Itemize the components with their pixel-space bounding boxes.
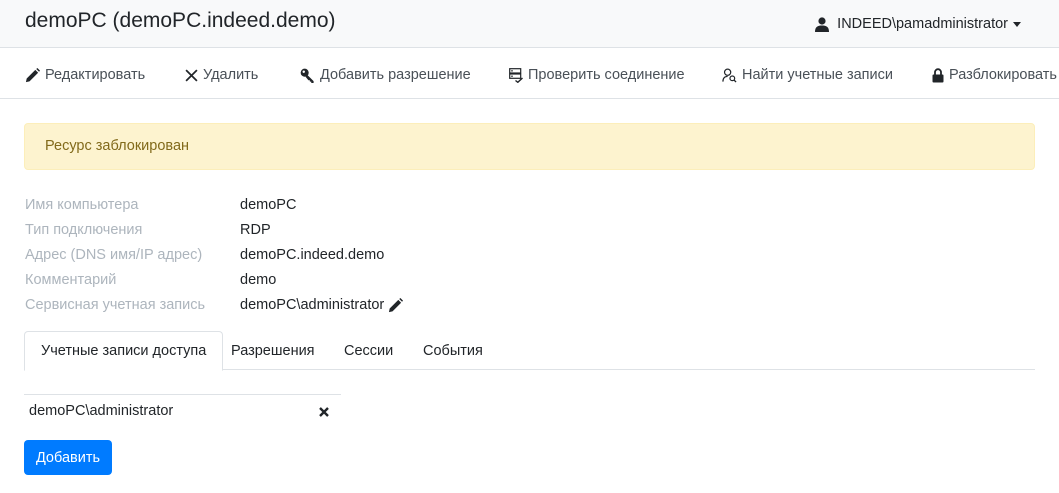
edit-button[interactable]: Редактировать	[25, 67, 145, 83]
tab-events[interactable]: События	[407, 331, 499, 370]
alert-text: Ресурс заблокирован	[45, 138, 190, 154]
check-connection-label: Проверить соединение	[528, 67, 685, 83]
page-title: demoPC (demoPC.indeed.demo)	[25, 9, 336, 32]
property-label: Адрес (DNS имя/IP адрес)	[25, 247, 203, 263]
property-value: demoPC	[240, 197, 297, 213]
user-menu-dropdown[interactable]: INDEED\pamadministrator	[815, 16, 1021, 32]
check-connection-button[interactable]: Проверить соединение	[509, 67, 685, 83]
property-value: demo	[240, 272, 277, 288]
key-icon	[300, 68, 314, 83]
add-permission-label: Добавить разрешение	[320, 67, 471, 83]
lock-icon	[932, 67, 944, 82]
action-toolbar: Редактировать Удалить Добавить разрешени…	[0, 48, 1059, 99]
tab-sessions[interactable]: Сессии	[328, 331, 409, 370]
chevron-down-icon	[1013, 21, 1021, 27]
close-icon	[185, 68, 198, 82]
user-name: INDEED\pamadministrator	[837, 16, 1008, 32]
property-value: demoPC\administrator	[240, 297, 385, 313]
app-header: demoPC (demoPC.indeed.demo) INDEED\pamad…	[0, 0, 1059, 48]
property-label: Тип подключения	[25, 222, 143, 238]
user-search-icon	[722, 68, 737, 83]
tab-bar: Учетные записи доступа Разрешения Сессии…	[24, 331, 1035, 371]
access-accounts-list: demoPC\administrator	[24, 394, 341, 426]
tab-permissions[interactable]: Разрешения	[215, 331, 331, 370]
close-icon	[319, 407, 329, 417]
property-value: RDP	[240, 222, 271, 238]
pencil-icon[interactable]	[388, 297, 404, 313]
property-label: Комментарий	[25, 272, 117, 288]
remove-account-button[interactable]	[319, 405, 329, 421]
property-value: demoPC.indeed.demo	[240, 247, 385, 263]
list-item: demoPC\administrator	[24, 395, 341, 426]
property-label: Имя компьютера	[25, 197, 139, 213]
edit-label: Редактировать	[45, 67, 146, 83]
tab-access-accounts[interactable]: Учетные записи доступа	[24, 331, 224, 371]
add-account-button[interactable]: Добавить	[24, 440, 112, 475]
pencil-icon	[25, 67, 40, 82]
user-icon	[815, 16, 830, 32]
property-label: Сервисная учетная запись	[25, 297, 206, 313]
delete-label: Удалить	[203, 67, 259, 83]
find-accounts-label: Найти учетные записи	[742, 67, 893, 83]
add-permission-button[interactable]: Добавить разрешение	[300, 67, 471, 83]
find-accounts-button[interactable]: Найти учетные записи	[722, 67, 893, 83]
unlock-label: Разблокировать	[949, 67, 1057, 83]
server-check-icon	[509, 67, 523, 83]
account-name: demoPC\administrator	[29, 403, 174, 419]
locked-alert: Ресурс заблокирован	[24, 123, 1035, 170]
unlock-button[interactable]: Разблокировать	[932, 67, 1057, 83]
delete-button[interactable]: Удалить	[185, 67, 258, 83]
